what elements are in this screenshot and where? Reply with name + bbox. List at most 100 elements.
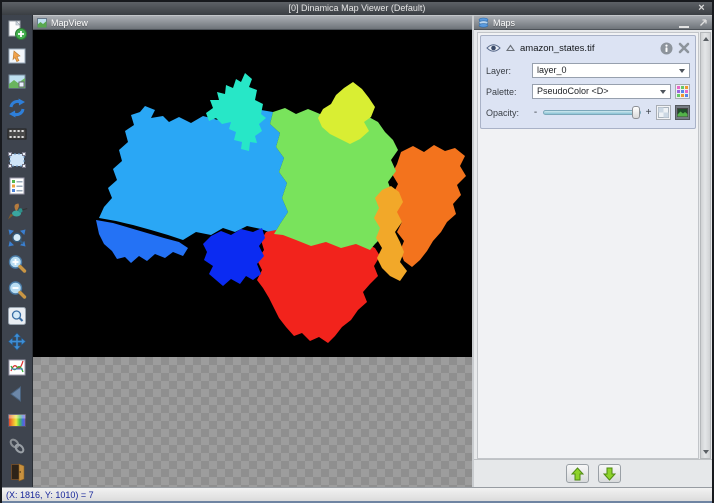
layer-select[interactable]: layer_0 — [532, 63, 690, 78]
image-view-button[interactable] — [675, 105, 690, 120]
move-layer-down-button[interactable] — [598, 464, 621, 483]
layer-card: amazon_states.tif Layer: — [480, 35, 696, 129]
new-map-icon — [6, 19, 28, 41]
app-window: [0] Dinamica Map Viewer (Default) × — [0, 0, 714, 503]
mapview-header: MapView — [33, 15, 472, 30]
maps-panel-header: Maps — [474, 15, 712, 30]
profile-chart-button[interactable] — [5, 356, 29, 379]
back-button[interactable] — [5, 382, 29, 405]
select-region-button[interactable] — [5, 148, 29, 171]
new-map-button[interactable] — [5, 18, 29, 41]
select-pointer-button[interactable] — [5, 44, 29, 67]
profile-chart-icon — [6, 357, 28, 379]
map-region-9 — [257, 230, 380, 343]
zoom-selection-icon — [6, 227, 28, 249]
select-region-icon — [6, 149, 28, 171]
mapview-panel: MapView — [32, 15, 472, 487]
hummingbird-icon — [6, 201, 28, 223]
transparent-background — [33, 357, 472, 487]
amazon-states-map — [33, 30, 473, 357]
left-toolbar — [2, 15, 32, 487]
open-map-button[interactable] — [5, 70, 29, 93]
link-button[interactable] — [5, 434, 29, 457]
info-icon[interactable] — [660, 42, 673, 55]
zoom-in-button[interactable] — [5, 252, 29, 275]
layers-icon — [478, 17, 489, 28]
mapview-title: MapView — [51, 18, 88, 28]
select-pointer-icon — [6, 45, 28, 67]
layer-select-value: layer_0 — [537, 65, 567, 75]
visibility-eye-icon[interactable] — [486, 43, 501, 53]
image-icon — [677, 108, 688, 117]
title-bar: [0] Dinamica Map Viewer (Default) × — [2, 2, 712, 15]
opacity-slider[interactable] — [543, 110, 641, 115]
zoom-box-icon — [6, 305, 28, 327]
opacity-label: Opacity: — [486, 108, 528, 118]
float-panel-icon[interactable] — [699, 18, 708, 27]
minimize-panel-icon[interactable] — [679, 18, 689, 28]
palette-select-value: PseudoColor <D> — [537, 86, 609, 96]
color-palette-button[interactable] — [5, 408, 29, 431]
zoom-selection-button[interactable] — [5, 226, 29, 249]
zoom-out-icon — [6, 279, 28, 301]
chevron-down-icon — [679, 69, 685, 73]
edit-palette-button[interactable] — [675, 84, 690, 99]
layer-filename: amazon_states.tif — [520, 43, 655, 54]
status-bar: (X: 1816, Y: 1010) = 7 — [2, 487, 712, 503]
map-viewport[interactable] — [33, 30, 472, 357]
window-close-button[interactable]: × — [694, 2, 709, 15]
maps-list-area: amazon_states.tif Layer: — [474, 30, 712, 459]
palette-label: Palette: — [486, 87, 528, 97]
legend-button[interactable] — [5, 174, 29, 197]
layer-row: Layer: layer_0 — [486, 63, 690, 78]
exit-door-icon — [6, 461, 28, 483]
legend-icon — [6, 175, 28, 197]
animation-button[interactable] — [5, 122, 29, 145]
back-arrow-icon — [6, 383, 28, 405]
expander-triangle-icon[interactable] — [506, 44, 515, 52]
zoom-box-button[interactable] — [5, 304, 29, 327]
green-down-arrow-icon — [603, 467, 616, 481]
opacity-plus-label: + — [645, 107, 652, 118]
opacity-row: Opacity: - + — [486, 105, 690, 120]
layer-label: Layer: — [486, 66, 528, 76]
maps-panel-title: Maps — [493, 18, 515, 28]
map-region-7 — [392, 145, 466, 267]
move-layer-up-button[interactable] — [566, 464, 589, 483]
scrollbar-up-button[interactable] — [701, 34, 710, 44]
layer-list: amazon_states.tif Layer: — [477, 32, 699, 459]
refresh-button[interactable] — [5, 96, 29, 119]
pan-icon — [6, 331, 28, 353]
maps-panel: Maps — [472, 15, 712, 487]
triangle-down-icon — [703, 450, 709, 454]
value-grid-button[interactable] — [656, 105, 671, 120]
green-up-arrow-icon — [571, 467, 584, 481]
refresh-icon — [6, 97, 28, 119]
mapview-icon — [37, 18, 47, 28]
palette-select[interactable]: PseudoColor <D> — [532, 84, 671, 99]
chevron-down-icon — [660, 90, 666, 94]
palette-row: Palette: PseudoColor <D> — [486, 84, 690, 99]
palette-grid-icon — [677, 86, 688, 97]
map-region-4 — [203, 228, 265, 286]
scrollbar-down-button[interactable] — [701, 447, 710, 457]
link-icon — [6, 435, 28, 457]
opacity-slider-handle[interactable] — [632, 106, 640, 119]
remove-layer-icon[interactable] — [678, 42, 690, 54]
zoom-in-icon — [6, 253, 28, 275]
hummingbird-logo-button[interactable] — [5, 200, 29, 223]
zoom-out-button[interactable] — [5, 278, 29, 301]
grid-icon — [658, 107, 669, 118]
layer-order-bar — [474, 459, 712, 487]
exit-button[interactable] — [5, 460, 29, 483]
maps-scrollbar[interactable] — [700, 32, 711, 459]
open-map-icon — [6, 71, 28, 93]
window-title: [0] Dinamica Map Viewer (Default) — [289, 3, 426, 13]
color-palette-icon — [6, 409, 28, 431]
layer-card-header: amazon_states.tif — [486, 39, 690, 57]
film-strip-icon — [6, 123, 28, 145]
cursor-coordinates-value: (X: 1816, Y: 1010) = 7 — [6, 490, 94, 500]
triangle-up-icon — [703, 37, 709, 41]
opacity-minus-label: - — [532, 107, 539, 118]
pan-button[interactable] — [5, 330, 29, 353]
